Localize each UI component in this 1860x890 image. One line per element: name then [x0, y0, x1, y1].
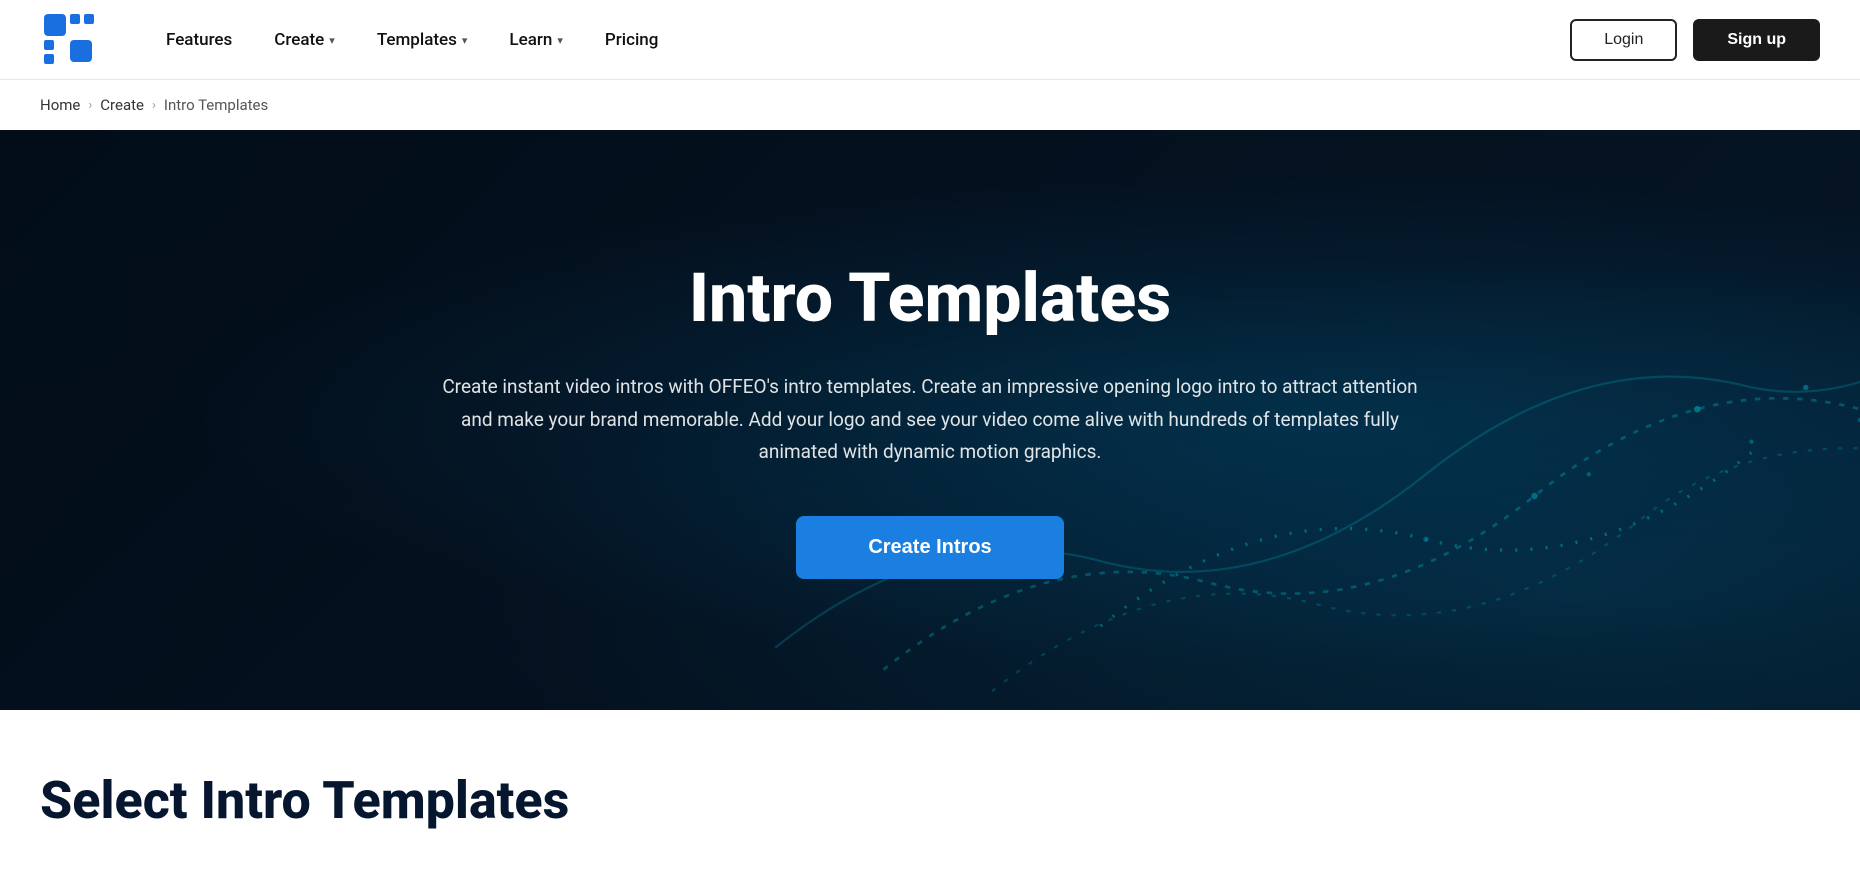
bottom-section: Select Intro Templates	[0, 710, 1860, 890]
breadcrumb-separator-2: ›	[152, 98, 156, 113]
nav-auth: Login Sign up	[1570, 19, 1820, 61]
breadcrumb-create[interactable]: Create	[100, 96, 144, 114]
breadcrumb-current: Intro Templates	[164, 96, 268, 114]
breadcrumb: Home › Create › Intro Templates	[0, 80, 1860, 130]
navbar: Features Create ▾ Templates ▾ Learn ▾ Pr…	[0, 0, 1860, 80]
login-button[interactable]: Login	[1570, 19, 1677, 61]
create-chevron-icon: ▾	[329, 34, 335, 47]
templates-chevron-icon: ▾	[462, 34, 468, 47]
select-templates-title: Select Intro Templates	[40, 770, 1820, 831]
hero-description: Create instant video intros with OFFEO's…	[440, 371, 1420, 468]
logo[interactable]	[40, 10, 100, 70]
signup-button[interactable]: Sign up	[1693, 19, 1820, 61]
nav-pricing[interactable]: Pricing	[589, 22, 675, 58]
create-intros-button[interactable]: Create Intros	[796, 516, 1063, 579]
breadcrumb-home[interactable]: Home	[40, 96, 80, 114]
learn-chevron-icon: ▾	[557, 34, 563, 47]
hero-title: Intro Templates	[440, 261, 1420, 336]
nav-create[interactable]: Create ▾	[258, 22, 351, 58]
hero-content: Intro Templates Create instant video int…	[400, 261, 1460, 580]
breadcrumb-separator-1: ›	[88, 98, 92, 113]
nav-learn[interactable]: Learn ▾	[493, 22, 578, 58]
nav-templates[interactable]: Templates ▾	[361, 22, 484, 58]
nav-features[interactable]: Features	[150, 22, 248, 58]
hero-section: Intro Templates Create instant video int…	[0, 130, 1860, 710]
nav-links: Features Create ▾ Templates ▾ Learn ▾ Pr…	[150, 22, 1570, 58]
